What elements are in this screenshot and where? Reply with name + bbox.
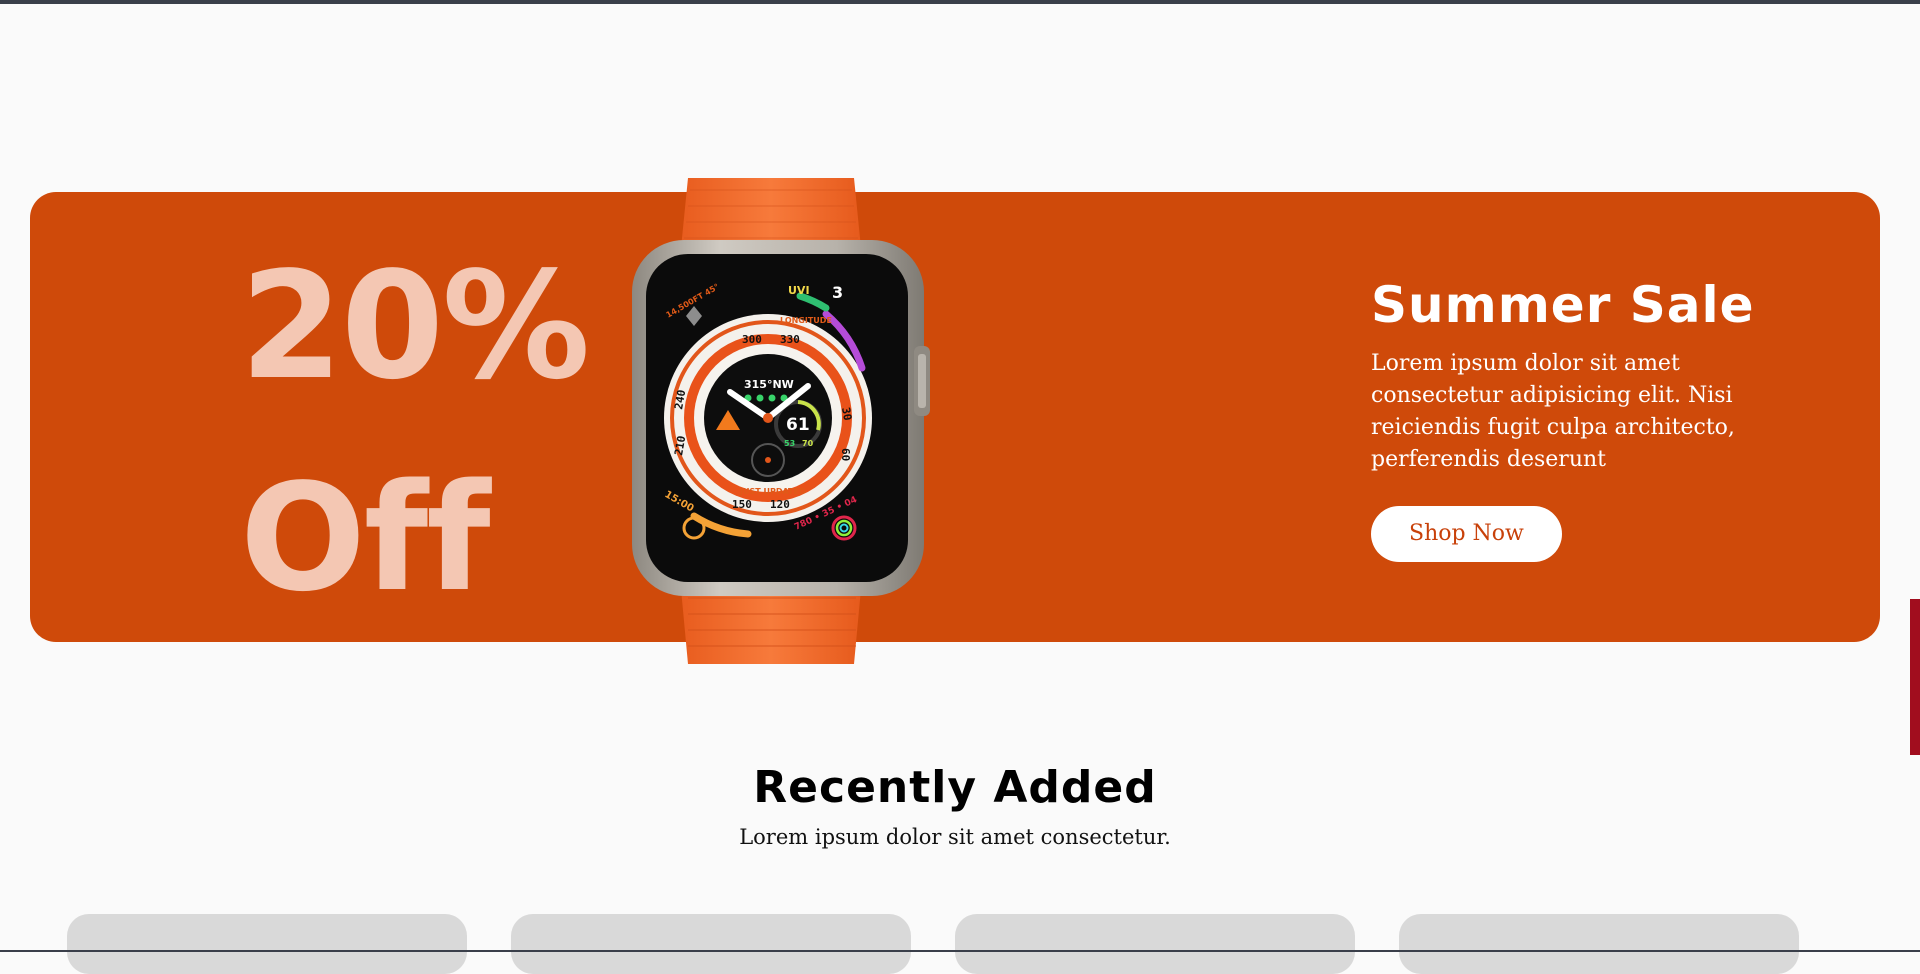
svg-text:60: 60 <box>839 448 852 461</box>
svg-text:30: 30 <box>839 406 854 421</box>
svg-text:LONGITUDE: LONGITUDE <box>780 316 832 325</box>
svg-text:3: 3 <box>832 283 843 302</box>
sale-title: Summer Sale <box>1371 270 1771 340</box>
top-border <box>0 0 1920 4</box>
shop-now-button[interactable]: Shop Now <box>1371 506 1562 562</box>
svg-text:150: 150 <box>732 498 752 511</box>
svg-text:300: 300 <box>742 333 762 346</box>
sale-description: Lorem ipsum dolor sit amet consectetur a… <box>1371 348 1751 476</box>
svg-text:53: 53 <box>784 439 795 448</box>
smartwatch-image: 300 330 30 60 120 150 210 240 14,500FT 4… <box>630 178 930 664</box>
recently-added-section: Recently Added Lorem ipsum dolor sit ame… <box>0 756 1910 852</box>
product-card[interactable] <box>955 914 1355 974</box>
svg-text:UVI: UVI <box>788 284 810 297</box>
discount-text: 20% Off <box>240 220 588 644</box>
svg-text:120: 120 <box>770 498 790 511</box>
discount-off: Off <box>240 432 588 644</box>
svg-text:70: 70 <box>802 439 814 448</box>
recently-added-title: Recently Added <box>0 756 1910 820</box>
sale-info: Summer Sale Lorem ipsum dolor sit amet c… <box>1371 270 1771 562</box>
recently-added-subtitle: Lorem ipsum dolor sit amet consectetur. <box>0 822 1910 852</box>
product-card[interactable] <box>67 914 467 974</box>
product-card[interactable] <box>1399 914 1799 974</box>
discount-percent: 20% <box>240 220 588 432</box>
svg-text:61: 61 <box>786 415 810 435</box>
svg-text:315°NW: 315°NW <box>744 378 794 391</box>
svg-text:330: 330 <box>780 333 800 346</box>
product-card[interactable] <box>511 914 911 974</box>
svg-text:JUST UPDATED: JUST UPDATED <box>739 487 806 496</box>
side-feedback-tab[interactable] <box>1910 599 1920 755</box>
